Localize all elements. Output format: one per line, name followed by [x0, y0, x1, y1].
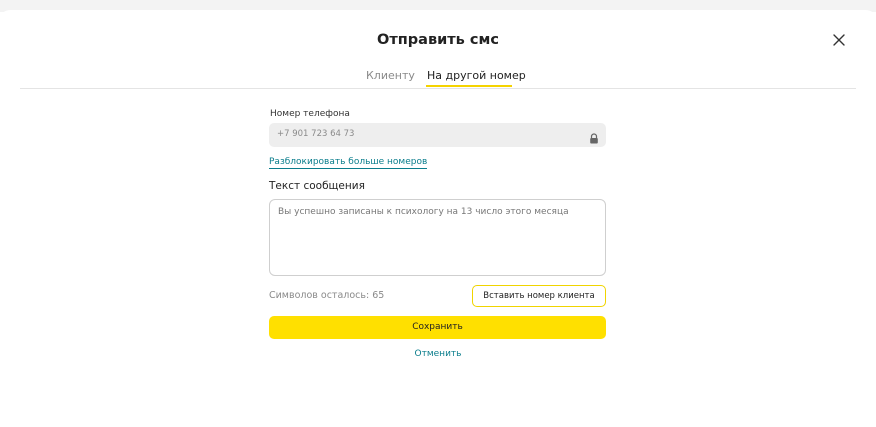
header-divider — [20, 88, 856, 89]
message-text: Вы успешно записаны к психологу на 13 чи… — [278, 207, 569, 217]
tab-other-number[interactable]: На другой номер — [427, 69, 526, 82]
active-tab-indicator — [426, 85, 512, 87]
phone-value: +7 901 723 64 73 — [277, 129, 355, 139]
tab-client[interactable]: Клиенту — [366, 69, 415, 82]
phone-field: +7 901 723 64 73 — [269, 123, 606, 147]
cancel-button[interactable]: Отменить — [415, 349, 462, 359]
recipient-tabs: Клиенту На другой номер — [0, 69, 876, 89]
save-button[interactable]: Сохранить — [269, 316, 606, 339]
insert-client-number-button[interactable]: Вставить номер клиента — [472, 285, 606, 307]
chars-left-counter: Символов осталось: 65 — [269, 290, 385, 301]
message-textarea[interactable]: Вы успешно записаны к психологу на 13 чи… — [269, 199, 606, 276]
unlock-more-numbers-link[interactable]: Разблокировать больше номеров — [269, 156, 428, 169]
cancel-link: Отменить — [0, 349, 876, 359]
phone-label: Номер телефона — [270, 109, 350, 119]
message-label: Текст сообщения — [269, 180, 365, 192]
dialog-title: Отправить смс — [377, 32, 499, 48]
lock-icon — [589, 129, 599, 144]
